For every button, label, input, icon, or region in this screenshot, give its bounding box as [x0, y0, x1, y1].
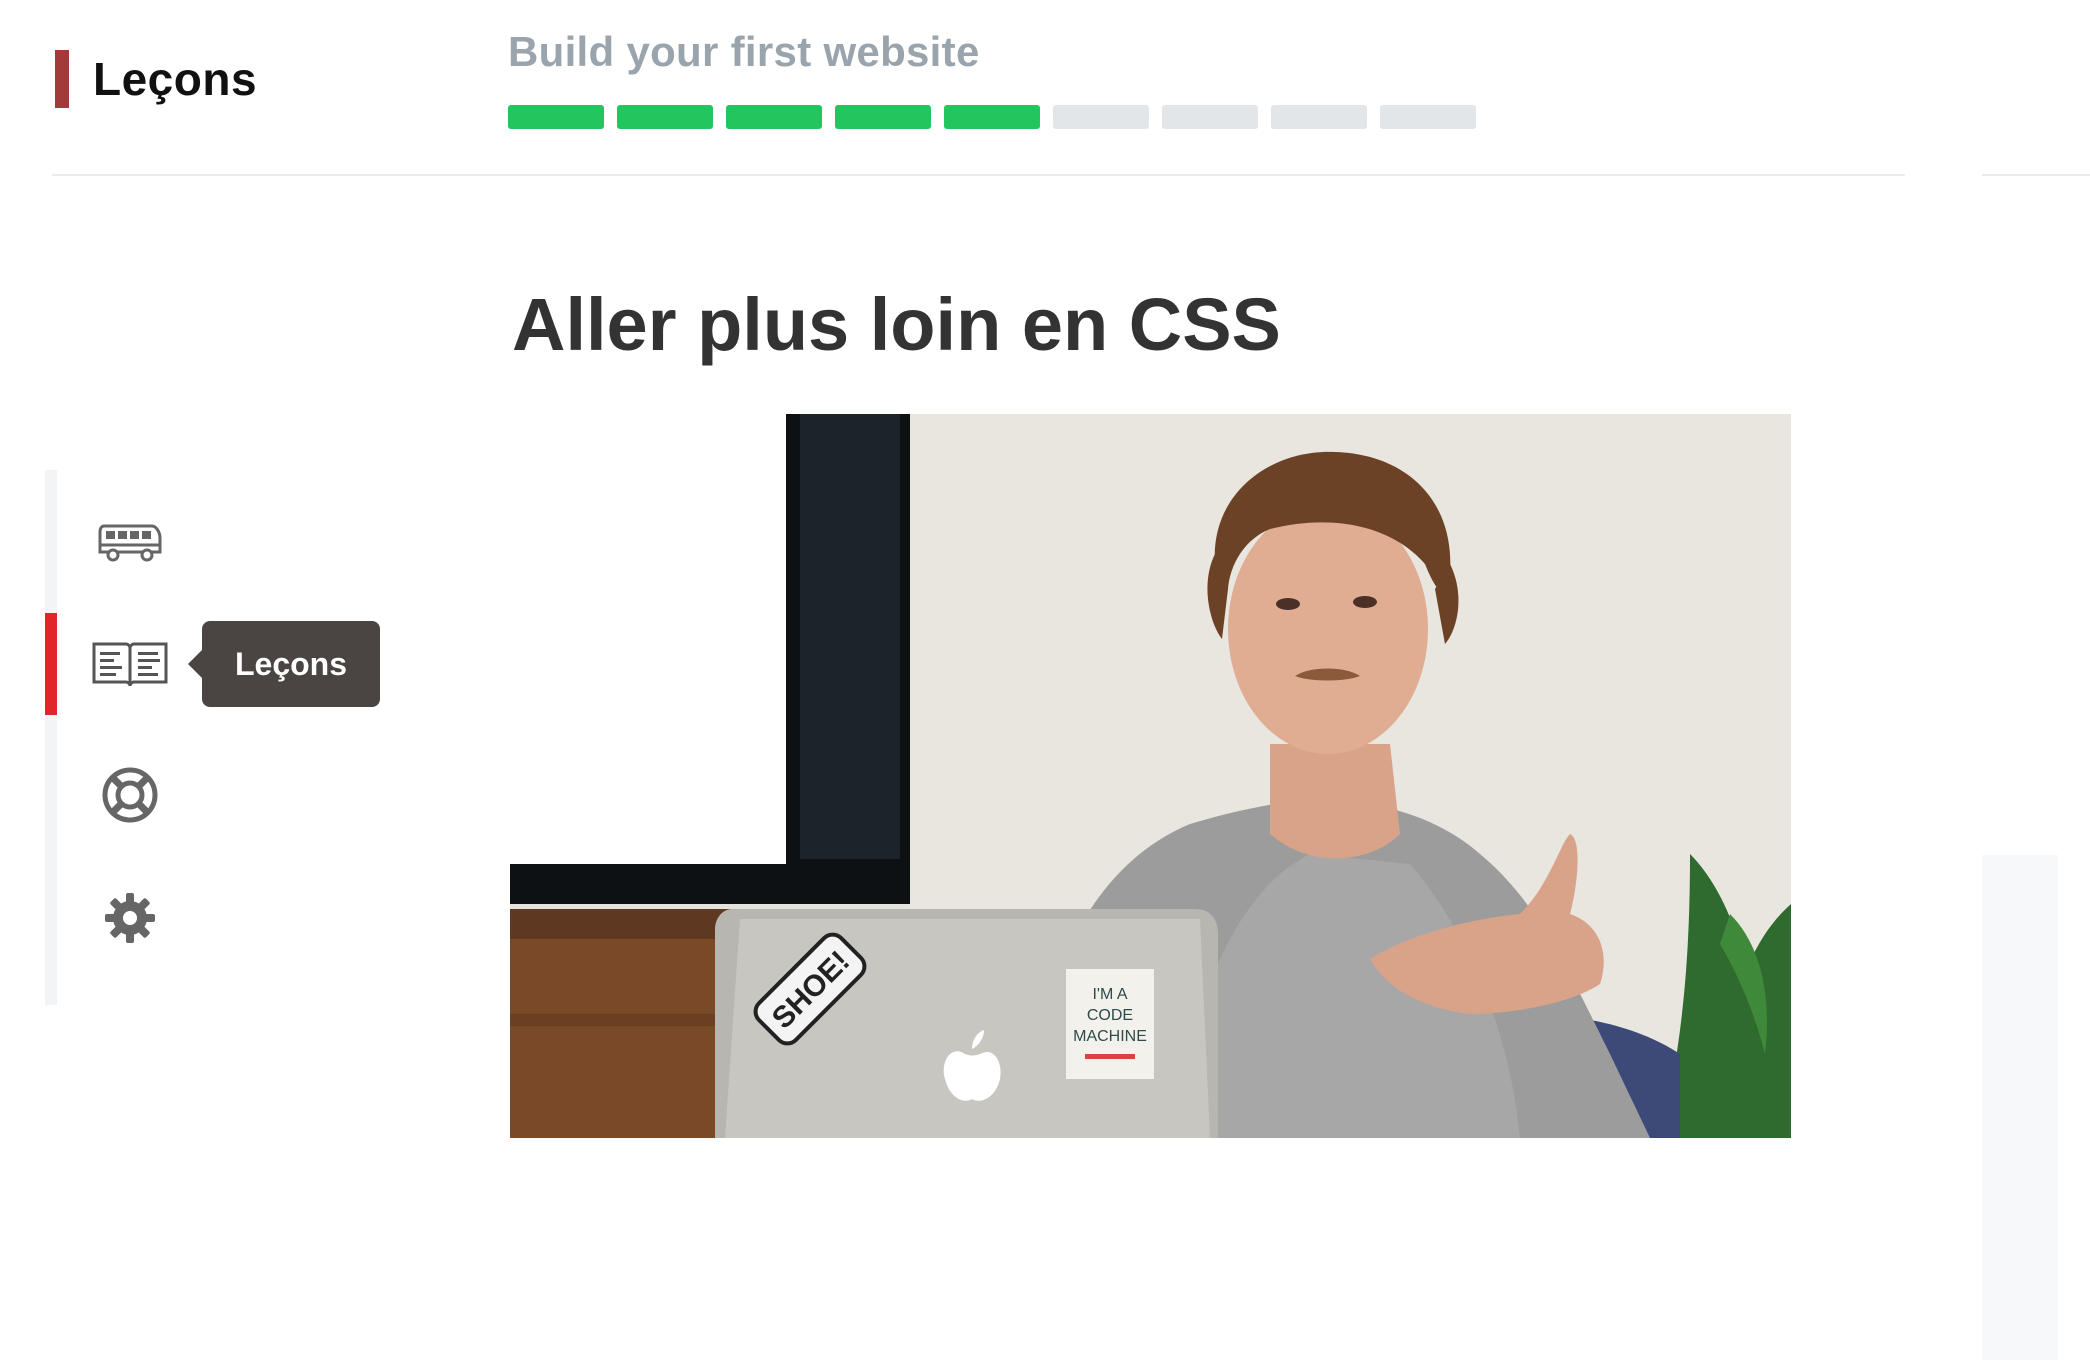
sticker-line-1: I'M A: [1092, 986, 1127, 1003]
book-icon: [92, 642, 168, 687]
progress-segment: [1380, 105, 1476, 129]
nav-item-parametres[interactable]: [90, 878, 170, 958]
sticker-line-3: MACHINE: [1073, 1028, 1147, 1045]
lesson-title: Aller plus loin en CSS: [512, 283, 1281, 366]
progress-segment: [1053, 105, 1149, 129]
nav-item-aide[interactable]: [90, 755, 170, 835]
right-side-panel: [1982, 855, 2058, 1360]
header-divider: [52, 174, 1905, 176]
progress-segment: [944, 105, 1040, 129]
progress-segment: [508, 105, 604, 129]
header-divider-right: [1982, 174, 2090, 176]
progress-segment: [1162, 105, 1258, 129]
brand-accent-bar: [55, 50, 69, 108]
course-progress: [508, 105, 1476, 129]
gear-icon: [105, 893, 155, 943]
video-frame: SHOE! I'M A CODE MACHINE: [510, 414, 1791, 1138]
nav-rail: [45, 470, 57, 1005]
nav-item-parcours[interactable]: [90, 502, 170, 582]
brand: Leçons: [55, 50, 257, 108]
lesson-page: Leçons Build your first website Aller pl…: [0, 0, 2090, 1360]
lifebuoy-icon: [102, 767, 158, 823]
nav-tooltip: Leçons: [188, 621, 380, 707]
sticker-line-2: CODE: [1087, 1007, 1133, 1024]
progress-segment: [835, 105, 931, 129]
progress-segment: [726, 105, 822, 129]
nav-active-indicator: [45, 613, 57, 715]
course-title[interactable]: Build your first website: [508, 28, 980, 76]
video-player[interactable]: SHOE! I'M A CODE MACHINE: [510, 414, 1791, 1138]
bus-icon: [98, 524, 162, 562]
brand-title: Leçons: [93, 53, 258, 105]
nav-item-lecons[interactable]: [90, 624, 170, 704]
progress-segment: [1271, 105, 1367, 129]
progress-segment: [617, 105, 713, 129]
